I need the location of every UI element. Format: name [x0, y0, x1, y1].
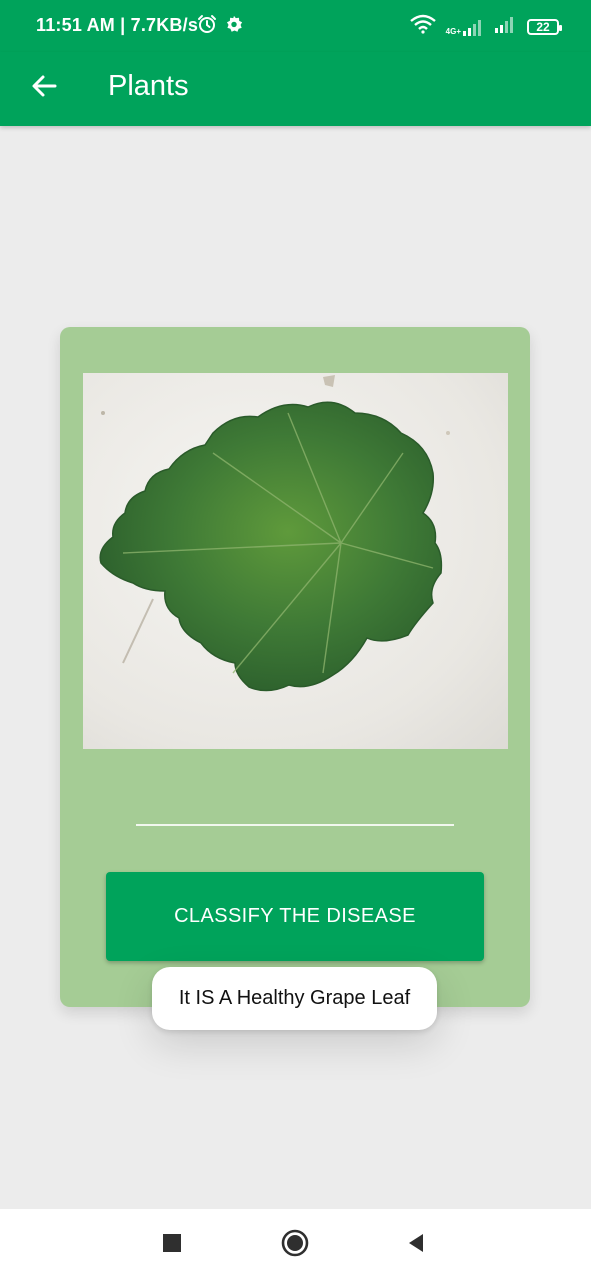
status-icons-right: 4G+ 22	[409, 14, 562, 39]
back-button[interactable]	[24, 68, 64, 108]
leaf-photo	[83, 373, 508, 749]
app-bar: Plants	[0, 52, 591, 126]
page-title: Plants	[108, 70, 189, 102]
back-triangle-icon	[405, 1232, 427, 1259]
signal-4g-icon: 4G+	[446, 18, 485, 36]
battery-level: 22	[536, 19, 550, 34]
classifier-card: CLASSIFY THE DISEASE	[60, 327, 530, 1007]
arrow-back-icon	[30, 72, 58, 105]
home-circle-icon	[281, 1229, 309, 1262]
alarm-icon	[197, 14, 217, 39]
toast-text: It IS A Healthy Grape Leaf	[178, 987, 411, 1009]
classify-disease-button[interactable]: CLASSIFY THE DISEASE	[106, 872, 484, 961]
settings-gear-icon	[225, 15, 243, 38]
recents-square-icon	[162, 1233, 182, 1258]
home-button[interactable]	[279, 1229, 311, 1261]
nav-back-button[interactable]	[400, 1229, 432, 1261]
system-nav-bar	[0, 1209, 591, 1280]
wifi-icon	[409, 14, 436, 39]
input-underline	[136, 824, 454, 826]
status-icons-left	[197, 14, 243, 39]
toast-message: It IS A Healthy Grape Leaf	[152, 967, 437, 1030]
signal-icon	[495, 15, 517, 38]
recents-button[interactable]	[156, 1229, 188, 1261]
battery-icon: 22	[527, 18, 562, 35]
network-type: 4G+	[445, 26, 461, 36]
status-time: 11:51 AM | 7.7KB/s	[36, 15, 199, 35]
status-bar: 11:51 AM | 7.7KB/s 4G+ 22	[0, 0, 591, 52]
